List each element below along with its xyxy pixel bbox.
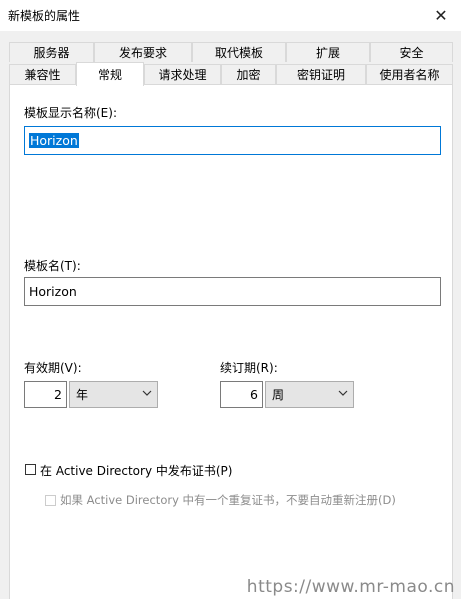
title-bar: 新模板的属性 ✕ [0,0,461,31]
template-name-input[interactable]: Horizon [24,277,441,306]
tab-security[interactable]: 安全 [370,42,453,62]
template-name-label: 模板名(T): [24,259,81,273]
validity-unit-select[interactable]: 年 [69,381,158,408]
tab-key-attestation[interactable]: 密钥证明 [276,64,366,84]
display-name-value: Horizon [29,133,79,148]
tab-server[interactable]: 服务器 [9,42,94,62]
chevron-down-icon [142,390,152,396]
watermark-text: https://www.mr-mao.cn [246,577,455,597]
renewal-unit-select[interactable]: 周 [265,381,354,408]
general-tab-panel [9,84,453,599]
tab-request-handling[interactable]: 请求处理 [144,64,221,84]
tab-general[interactable]: 常规 [76,62,144,86]
no-reenroll-label: 如果 Active Directory 中有一个重复证书，不要自动重新注册(D) [60,493,396,507]
template-name-value: Horizon [29,284,77,299]
renewal-period-input[interactable]: 6 [220,381,263,408]
tab-cryptography[interactable]: 加密 [221,64,276,84]
publish-ad-checkbox[interactable] [25,464,36,475]
tab-issuance-requirements[interactable]: 发布要求 [94,42,192,62]
display-name-label: 模板显示名称(E): [24,106,117,120]
chevron-down-icon [338,390,348,396]
window-title: 新模板的属性 [8,9,81,23]
validity-period-input[interactable]: 2 [24,381,67,408]
no-reenroll-checkbox[interactable] [45,495,56,506]
close-icon: ✕ [434,6,448,25]
validity-period-label: 有效期(V): [24,361,82,375]
tab-superseded-templates[interactable]: 取代模板 [192,42,286,62]
tab-subject-name[interactable]: 使用者名称 [366,64,453,84]
tab-extensions[interactable]: 扩展 [286,42,370,62]
renewal-period-label: 续订期(R): [220,361,278,375]
close-button[interactable]: ✕ [421,0,461,31]
display-name-input[interactable]: Horizon [24,126,441,155]
publish-ad-label: 在 Active Directory 中发布证书(P) [40,464,233,478]
tab-compatibility[interactable]: 兼容性 [9,64,76,84]
